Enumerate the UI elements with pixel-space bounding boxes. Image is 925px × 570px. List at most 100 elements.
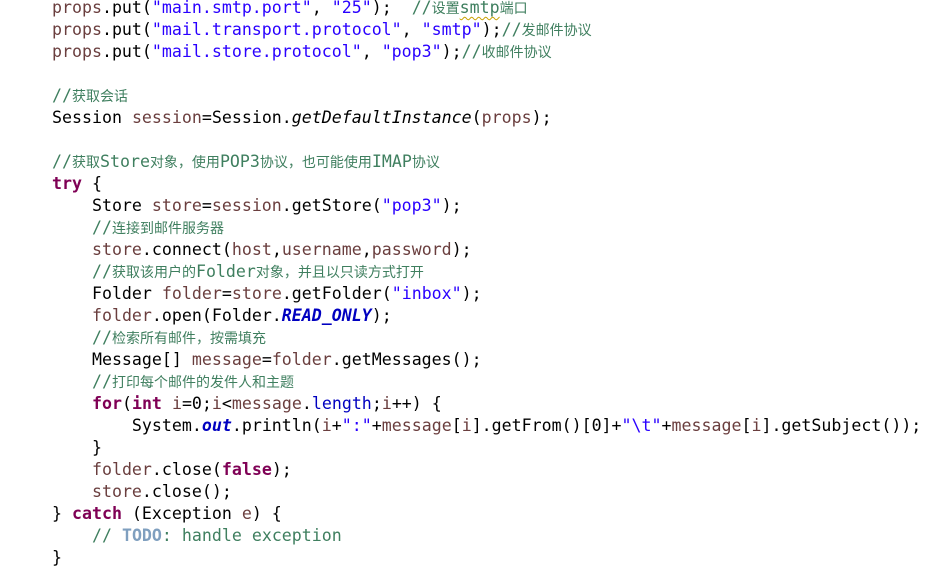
code-line: } catch (Exception e) { [52, 503, 282, 525]
code-token-plain: ( [121, 394, 132, 413]
code-token-var: message [671, 416, 742, 435]
code-token-var: store [91, 240, 142, 259]
code-token-var: props [52, 42, 102, 61]
code-token-plain: ); [371, 306, 392, 325]
code-token-var: store [231, 284, 282, 303]
code-token-plain: ) { [251, 504, 282, 523]
code-token-plain: + [371, 416, 382, 435]
code-token-plain: } [52, 548, 62, 567]
code-token-var: props [52, 20, 102, 39]
code-token-plain: } [52, 438, 102, 457]
code-line: folder.open(Folder.READ_ONLY); [52, 305, 392, 327]
code-token-plain: ++) { [391, 394, 442, 413]
code-token-cmt: //检索所有邮件，按需填充 [91, 328, 266, 347]
code-token-str: "inbox" [391, 284, 462, 303]
code-token-plain: ); [441, 196, 462, 215]
code-token-plain: .close(); [141, 482, 232, 501]
code-token-plain: .put( [101, 42, 152, 61]
code-token-plain: System. [52, 416, 202, 435]
code-token-plain: ); [441, 42, 462, 61]
code-line: //连接到邮件服务器 [52, 217, 224, 239]
code-token-kw: catch [71, 504, 122, 523]
code-token-str: "25" [331, 0, 372, 17]
code-token-str: "main.smtp.port" [151, 0, 312, 17]
code-token-plain: , [361, 240, 372, 259]
code-token-var: username [281, 240, 362, 259]
code-token-str: "pop3" [381, 42, 442, 61]
code-token-plain: .getFolder( [281, 284, 392, 303]
code-line: //检索所有邮件，按需填充 [52, 327, 266, 349]
code-token-var: props [481, 108, 532, 127]
code-token-var: store [151, 196, 202, 215]
code-token-cmt: //连接到邮件服务器 [91, 218, 224, 237]
code-token-plain: [ [741, 416, 752, 435]
code-token-str: "mail.store.protocol" [151, 42, 362, 61]
code-line: // TODO: handle exception [52, 525, 342, 547]
code-line: folder.close(false); [52, 459, 292, 481]
code-token-plain: { [81, 174, 102, 193]
code-line: props.put("mail.transport.protocol", "sm… [52, 19, 592, 41]
code-token-var: i [211, 394, 222, 413]
code-line: Message[] message=folder.getMessages(); [52, 349, 482, 371]
code-token-cmt: : handle exception [161, 526, 342, 545]
code-token-str: "\t" [621, 416, 662, 435]
code-token-str: "pop3" [381, 196, 442, 215]
code-token-var: folder [271, 350, 332, 369]
code-token-plain: Session [52, 108, 132, 127]
code-token-plain: .getMessages(); [331, 350, 482, 369]
code-token-plain: Message[] [52, 350, 192, 369]
code-token-todo: TODO [121, 526, 162, 545]
code-token-var: folder [91, 306, 152, 325]
code-line: //打印每个邮件的发件人和主题 [52, 371, 294, 393]
code-token-plain: ); [461, 284, 482, 303]
code-token-plain: = [221, 284, 232, 303]
code-token-cmt: //打印每个邮件的发件人和主题 [91, 372, 294, 391]
code-token-plain: .put( [101, 20, 152, 39]
code-token-cmt: //获取会话 [52, 86, 128, 105]
code-line: try { [52, 173, 102, 195]
code-token-plain: + [331, 416, 342, 435]
code-editor[interactable]: props.put("main.smtp.port", "25"); //设置s… [0, 0, 925, 570]
code-line: System.out.println(i+":"+message[i].getF… [52, 415, 921, 437]
code-token-plain: =0; [181, 394, 212, 413]
code-line: //获取Store对象，使用POP3协议，也可能使用IMAP协议 [52, 151, 440, 173]
code-token-var: i [171, 394, 182, 413]
code-token-plain: ); [481, 20, 502, 39]
code-line: } [52, 437, 102, 459]
code-token-plain: Folder [52, 284, 162, 303]
code-line: for(int i=0;i<message.length;i++) { [52, 393, 442, 415]
code-token-plain: , [311, 0, 332, 17]
code-token-var: i [321, 416, 332, 435]
code-line: store.connect(host,username,password); [52, 239, 472, 261]
code-line: //获取会话 [52, 85, 128, 107]
code-token-cmt: 端口 [499, 1, 528, 17]
code-token-kw: int [131, 394, 162, 413]
code-token-var: message [191, 350, 262, 369]
code-token-cmt: // [91, 526, 122, 545]
code-token-str: ":" [341, 416, 372, 435]
code-token-var: host [231, 240, 272, 259]
code-token-plain: ); [271, 460, 292, 479]
code-token-plain: Store [52, 196, 152, 215]
code-token-plain: .close( [151, 460, 222, 479]
code-token-kw: try [52, 174, 82, 193]
code-line: } [52, 547, 62, 569]
code-token-plain: .println( [231, 416, 322, 435]
code-token-cmt: //获取Store对象，使用POP3协议，也可能使用IMAP协议 [52, 152, 440, 171]
code-token-kw: false [221, 460, 272, 479]
code-token-var: folder [91, 460, 152, 479]
code-token-str: "smtp" [421, 20, 482, 39]
code-line: Folder folder=store.getFolder("inbox"); [52, 283, 482, 305]
code-token-plain: ); [531, 108, 552, 127]
code-token-plain: ); [371, 0, 412, 17]
code-token-cmt: //获取该用户的Folder对象，并且以只读方式打开 [91, 262, 424, 281]
